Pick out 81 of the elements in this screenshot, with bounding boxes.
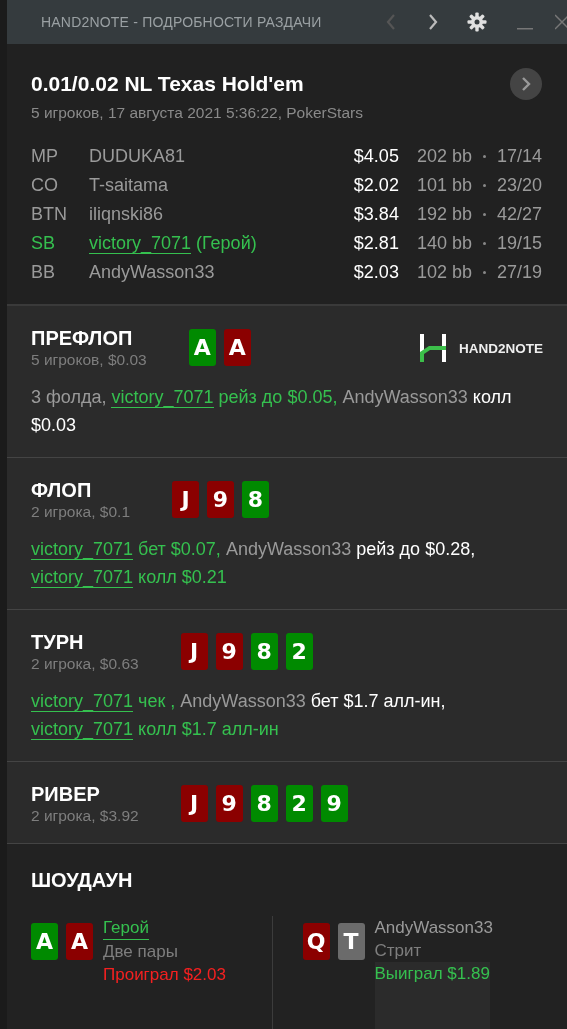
playing-card: A	[188, 329, 216, 366]
showdown-title: ШОУДАУН	[31, 868, 134, 892]
action-line: victory_7071 чек , AndyWasson33 бет $1.7 алл-ин, victory_7071 колл $1.7 алл-ин	[31, 690, 447, 742]
position-label: BTN	[31, 203, 68, 226]
player-name-link[interactable]: victory_7071	[31, 691, 134, 712]
player-stats: 23/20	[496, 174, 542, 197]
close-icon[interactable]	[555, 14, 567, 30]
separator-dot	[482, 183, 486, 187]
playing-card: T	[337, 923, 365, 960]
position-label: SB	[31, 232, 56, 255]
playing-card: A	[66, 923, 93, 960]
hand-rank: Две пары	[103, 941, 178, 963]
logo-text: HAND2NOTE	[459, 340, 543, 356]
street-title: ТУРН	[31, 630, 85, 654]
stack-bb: 101 bb	[416, 174, 472, 197]
street-title: РИВЕР	[31, 782, 101, 806]
stack-amount: $2.03	[353, 261, 400, 284]
stack-bb: 202 bb	[416, 145, 472, 168]
player-name-link[interactable]: victory_7071	[31, 719, 134, 740]
window-title: HAND2NOTE - ПОДРОБНОСТИ РАЗДАЧИ	[41, 14, 322, 30]
settings-icon[interactable]	[467, 12, 487, 32]
playing-card: 8	[250, 633, 278, 670]
playing-card: 2	[285, 633, 313, 670]
playing-card: 8	[242, 481, 269, 518]
playing-card: 9	[215, 633, 243, 670]
player-name: AndyWasson33	[89, 262, 215, 282]
playing-card: 9	[215, 785, 243, 822]
stack-amount: $2.81	[353, 232, 400, 255]
separator-dot	[482, 270, 486, 274]
position-label: MP	[31, 145, 59, 168]
playing-card: J	[180, 633, 208, 670]
street-title: ПРЕФЛОП	[31, 326, 134, 350]
playing-card: 8	[250, 785, 278, 822]
logo-icon	[419, 334, 447, 362]
player-name-link[interactable]: victory_7071	[111, 387, 214, 408]
hand-rank: Стрит	[374, 940, 422, 962]
stack-amount: $4.05	[353, 145, 400, 168]
stack-bb: 140 bb	[416, 232, 472, 255]
player-name-link[interactable]: victory_7071	[89, 233, 192, 254]
street-info: 2 игрока, $0.1	[31, 503, 130, 521]
separator-dot	[482, 241, 486, 245]
separator-dot	[482, 212, 486, 216]
separator-dot	[482, 154, 486, 158]
position-label: BB	[31, 261, 56, 284]
stack-bb: 192 bb	[416, 203, 472, 226]
playing-card: J	[180, 785, 208, 822]
stack-amount: $3.84	[353, 203, 400, 226]
player-stats: 42/27	[496, 203, 542, 226]
playing-card: J	[172, 481, 199, 518]
hero-note: (Герой)	[196, 233, 257, 253]
playing-card: A	[223, 329, 251, 366]
next-hand-button[interactable]	[510, 68, 542, 100]
player-name: DUDUKA81	[89, 146, 186, 166]
player-name: T-saitama	[89, 175, 169, 195]
playing-card: 9	[320, 785, 348, 822]
player-name-link[interactable]: Герой	[103, 916, 149, 940]
playing-card: Q	[302, 923, 330, 960]
player-stats: 19/15	[496, 232, 542, 255]
street-info: 5 игроков, $0.03	[31, 351, 147, 369]
street-info: 2 игрока, $3.92	[31, 807, 139, 825]
result-text: Проиграл $2.03	[103, 964, 226, 986]
stack-bb: 102 bb	[416, 261, 472, 284]
action-line: 3 фолда, victory_7071 рейз до $0.05, AndyWasson33 колл $0.03	[31, 386, 513, 437]
stack-amount: $2.02	[353, 174, 400, 197]
player-name-link[interactable]: victory_7071	[31, 567, 134, 588]
player-stats: 17/14	[496, 145, 542, 168]
playing-card: 2	[285, 785, 313, 822]
hand-subtitle: 5 игроков, 17 августа 2021 5:36:22, PokerStars	[31, 104, 364, 122]
player-name: AndyWasson33	[374, 917, 493, 939]
player-stats: 27/19	[496, 261, 542, 284]
player-name-link[interactable]: victory_7071	[31, 539, 134, 560]
hand-title: 0.01/0.02 NL Texas Hold'em	[31, 72, 304, 96]
street-info: 2 игрока, $0.63	[31, 655, 139, 673]
result-text: Выиграл $1.89	[374, 962, 490, 1029]
playing-card: 9	[207, 481, 234, 518]
street-title: ФЛОП	[31, 478, 93, 502]
position-label: CO	[31, 174, 59, 197]
forward-icon[interactable]	[427, 13, 439, 31]
playing-card: A	[31, 923, 58, 960]
action-line: victory_7071 бет $0.07, AndyWasson33 рейз до $0.28, victory_7071 колл $0.21	[31, 538, 477, 590]
player-name: iliqnski86	[89, 204, 164, 224]
